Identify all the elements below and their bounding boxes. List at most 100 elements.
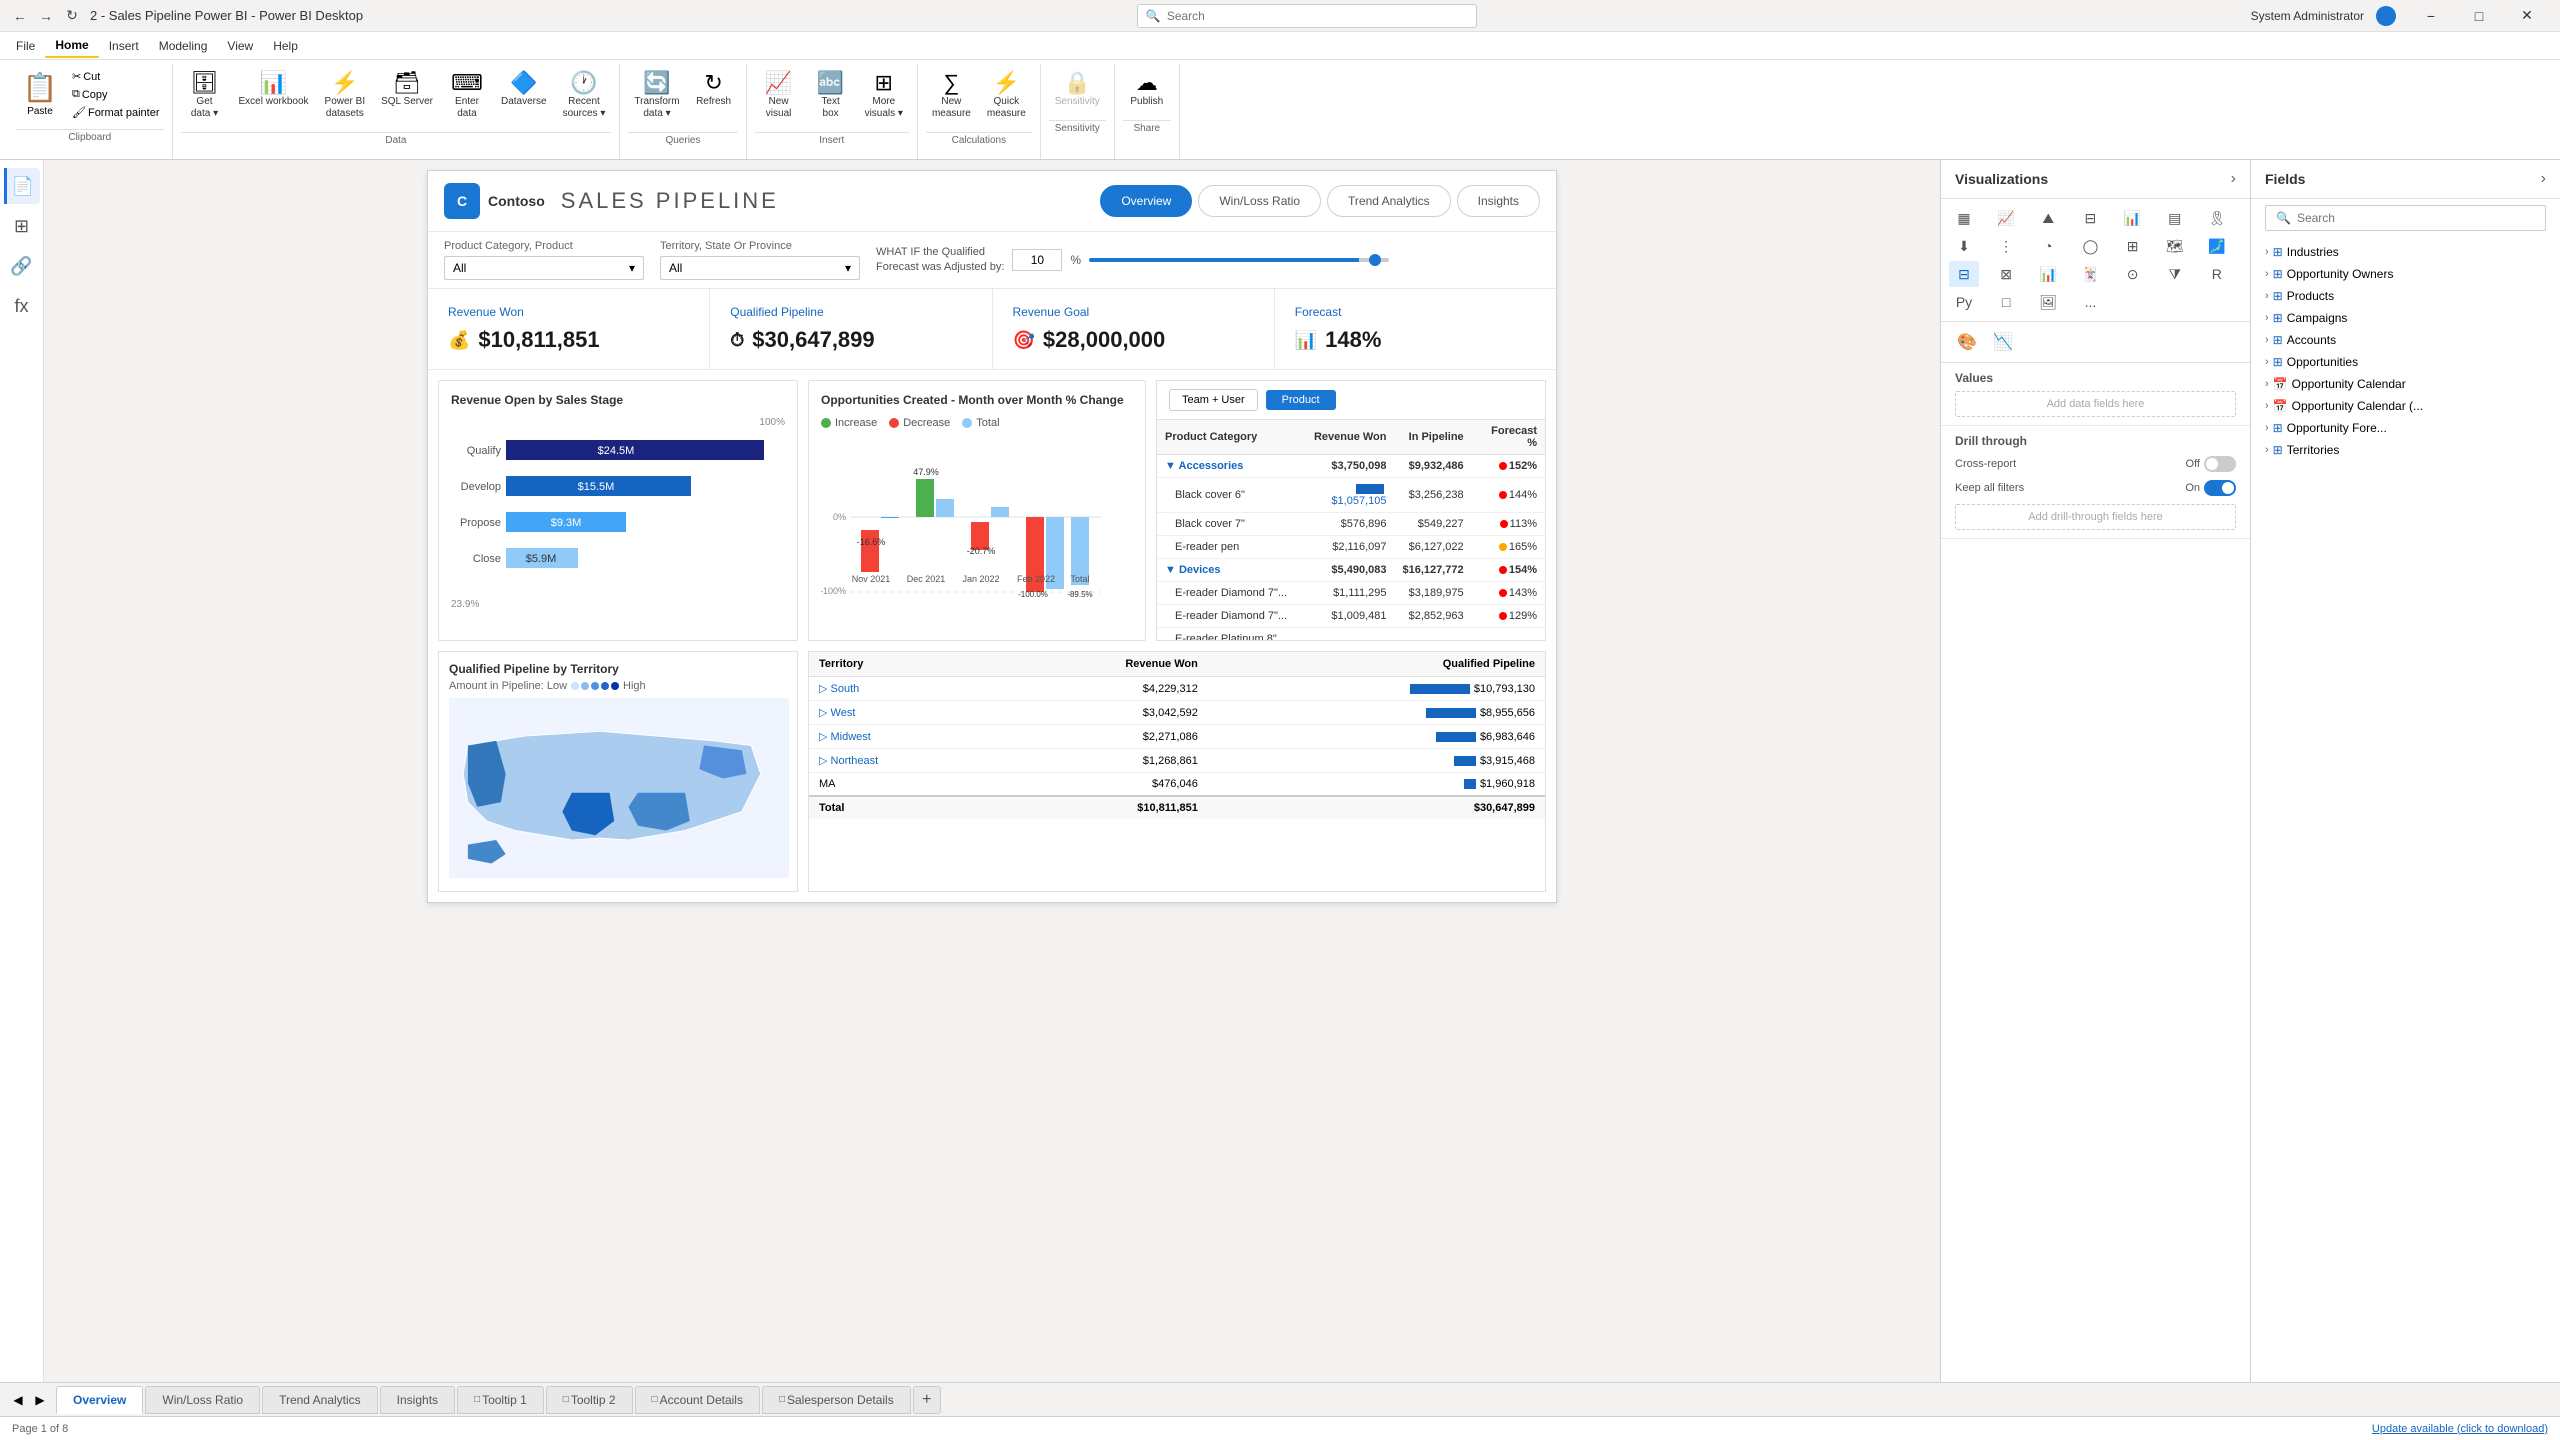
fields-search-input[interactable]: [2297, 211, 2535, 225]
menu-insert[interactable]: Insert: [99, 35, 149, 57]
sidebar-data-icon[interactable]: ⊞: [4, 208, 40, 244]
copy-button[interactable]: ⧉ Copy: [68, 86, 164, 103]
fields-panel-expand-icon[interactable]: ›: [2541, 170, 2546, 188]
field-accounts[interactable]: › ⊞ Accounts: [2259, 329, 2552, 351]
menu-file[interactable]: File: [6, 35, 45, 57]
page-tab-insights[interactable]: Insights: [380, 1386, 455, 1414]
viz-map-icon[interactable]: 🗺: [2160, 233, 2190, 259]
transform-data-button[interactable]: 🔄 Transformdata ▾: [628, 68, 685, 124]
quick-measure-button[interactable]: ⚡ Quickmeasure: [981, 68, 1032, 124]
menu-home[interactable]: Home: [45, 34, 98, 58]
excel-workbook-button[interactable]: 📊 Excel workbook: [233, 68, 315, 112]
opp-created-chart[interactable]: Opportunities Created - Month over Month…: [808, 380, 1146, 641]
update-message[interactable]: Update available (click to download): [2372, 1423, 2548, 1435]
viz-scatter-icon[interactable]: ⋮: [1991, 233, 2021, 259]
forward-icon[interactable]: →: [36, 6, 56, 26]
field-products[interactable]: › ⊞ Products: [2259, 285, 2552, 307]
format-paint-icon[interactable]: 🎨: [1951, 328, 1983, 356]
add-data-fields-placeholder[interactable]: Add data fields here: [1955, 391, 2236, 417]
viz-r-visual-icon[interactable]: R: [2202, 261, 2232, 287]
page-tab-trend[interactable]: Trend Analytics: [262, 1386, 378, 1414]
page-tab-tooltip1[interactable]: □Tooltip 1: [457, 1386, 544, 1414]
keep-filters-toggle[interactable]: [2204, 480, 2236, 496]
sql-server-button[interactable]: 🗃 SQL Server: [375, 68, 439, 112]
field-industries[interactable]: › ⊞ Industries: [2259, 241, 2552, 263]
what-if-slider[interactable]: [1089, 258, 1389, 262]
territory-filter-select[interactable]: All ▾: [660, 256, 860, 280]
close-button[interactable]: ✕: [2504, 0, 2550, 32]
tab-right-arrow[interactable]: ▶: [30, 1390, 50, 1410]
sidebar-dax-icon[interactable]: fx: [4, 288, 40, 324]
viz-slicer-icon[interactable]: ⧩: [2160, 261, 2190, 287]
viz-matrix-icon[interactable]: ⊠: [1991, 261, 2021, 287]
refresh-title-icon[interactable]: ↻: [62, 6, 82, 26]
enter-data-button[interactable]: ⌨ Enterdata: [443, 68, 491, 124]
tab-winloss[interactable]: Win/Loss Ratio: [1198, 185, 1321, 217]
viz-line-chart-icon[interactable]: 📈: [1991, 205, 2021, 231]
more-visuals-button[interactable]: ⊞ Morevisuals ▾: [859, 68, 909, 124]
viz-pie-chart-icon[interactable]: ◔: [2033, 233, 2063, 259]
field-opportunity-calendar[interactable]: › 📅 Opportunity Calendar: [2259, 373, 2552, 395]
page-tab-salesperson[interactable]: □Salesperson Details: [762, 1386, 911, 1414]
viz-stacked-bar-icon[interactable]: ⊟: [2075, 205, 2105, 231]
cross-report-toggle[interactable]: [2204, 456, 2236, 472]
publish-button[interactable]: ☁ Publish: [1123, 68, 1171, 112]
viz-table-icon[interactable]: ⊟: [1949, 261, 1979, 287]
sensitivity-button[interactable]: 🔒 Sensitivity: [1049, 68, 1106, 112]
viz-gauge-icon[interactable]: ⊙: [2118, 261, 2148, 287]
product-filter-select[interactable]: All ▾: [444, 256, 644, 280]
sidebar-model-icon[interactable]: 🔗: [4, 248, 40, 284]
cut-button[interactable]: ✂ Cut: [68, 68, 164, 85]
field-opportunity-owners[interactable]: › ⊞ Opportunity Owners: [2259, 263, 2552, 285]
power-bi-datasets-button[interactable]: ⚡ Power BIdatasets: [319, 68, 372, 124]
new-visual-button[interactable]: 📈 Newvisual: [755, 68, 803, 124]
recent-sources-button[interactable]: 🕐 Recentsources ▾: [557, 68, 612, 124]
tab-trend[interactable]: Trend Analytics: [1327, 185, 1451, 217]
new-measure-button[interactable]: ∑ Newmeasure: [926, 68, 977, 124]
tab-insights[interactable]: Insights: [1457, 185, 1540, 217]
text-box-button[interactable]: 🔤 Textbox: [807, 68, 855, 124]
viz-treemap-icon[interactable]: ⊞: [2118, 233, 2148, 259]
get-data-button[interactable]: 🗄 Getdata ▾: [181, 68, 229, 124]
field-territories[interactable]: › ⊞ Territories: [2259, 439, 2552, 461]
global-search-box[interactable]: 🔍: [1137, 4, 1477, 28]
field-opportunities[interactable]: › ⊞ Opportunities: [2259, 351, 2552, 373]
add-page-button[interactable]: +: [913, 1386, 941, 1414]
what-if-input[interactable]: [1012, 249, 1062, 271]
territory-table-scroll[interactable]: Territory Revenue Won Qualified Pipeline…: [809, 652, 1545, 819]
drill-through-fields-placeholder[interactable]: Add drill-through fields here: [1955, 504, 2236, 530]
field-campaigns[interactable]: › ⊞ Campaigns: [2259, 307, 2552, 329]
product-table-scroll[interactable]: Product Category Revenue Won In Pipeline…: [1157, 420, 1545, 640]
team-user-button[interactable]: Team + User: [1169, 389, 1258, 411]
page-tab-account[interactable]: □Account Details: [635, 1386, 760, 1414]
global-search-input[interactable]: [1167, 9, 1468, 23]
viz-image-icon[interactable]: 🖼: [2033, 289, 2063, 315]
product-button[interactable]: Product: [1266, 390, 1336, 410]
format-painter-button[interactable]: 🖌 Format painter: [68, 104, 164, 121]
viz-shape-icon[interactable]: □: [1991, 289, 2021, 315]
page-tab-overview[interactable]: Overview: [56, 1386, 143, 1414]
revenue-by-stage-chart[interactable]: Revenue Open by Sales Stage 100% Qualify…: [438, 380, 798, 641]
sidebar-report-icon[interactable]: 📄: [4, 168, 40, 204]
viz-more-icon[interactable]: ...: [2075, 289, 2105, 315]
viz-waterfall-icon[interactable]: ⬇: [1949, 233, 1979, 259]
tab-overview[interactable]: Overview: [1100, 185, 1192, 217]
paste-button[interactable]: 📋 Paste: [16, 68, 64, 120]
menu-view[interactable]: View: [217, 35, 263, 57]
menu-modeling[interactable]: Modeling: [149, 35, 218, 57]
viz-filled-map-icon[interactable]: 🗾: [2202, 233, 2232, 259]
field-opportunity-calendar2[interactable]: › 📅 Opportunity Calendar (...: [2259, 395, 2552, 417]
menu-help[interactable]: Help: [263, 35, 308, 57]
analytics-icon[interactable]: 📉: [1987, 328, 2019, 356]
viz-column-chart-icon[interactable]: 📊: [2118, 205, 2148, 231]
refresh-button[interactable]: ↻ Refresh: [690, 68, 738, 112]
map-panel[interactable]: Qualified Pipeline by Territory Amount i…: [438, 651, 798, 892]
viz-area-chart-icon[interactable]: ⛰: [2033, 205, 2063, 231]
page-tab-winloss[interactable]: Win/Loss Ratio: [145, 1386, 260, 1414]
viz-kpi-icon[interactable]: 📊: [2033, 261, 2063, 287]
viz-bar-chart-icon[interactable]: ▦: [1949, 205, 1979, 231]
viz-card-icon[interactable]: 🃏: [2075, 261, 2105, 287]
page-tab-tooltip2[interactable]: □Tooltip 2: [546, 1386, 633, 1414]
tab-left-arrow[interactable]: ◀: [8, 1390, 28, 1410]
field-opportunity-forecast[interactable]: › ⊞ Opportunity Fore...: [2259, 417, 2552, 439]
